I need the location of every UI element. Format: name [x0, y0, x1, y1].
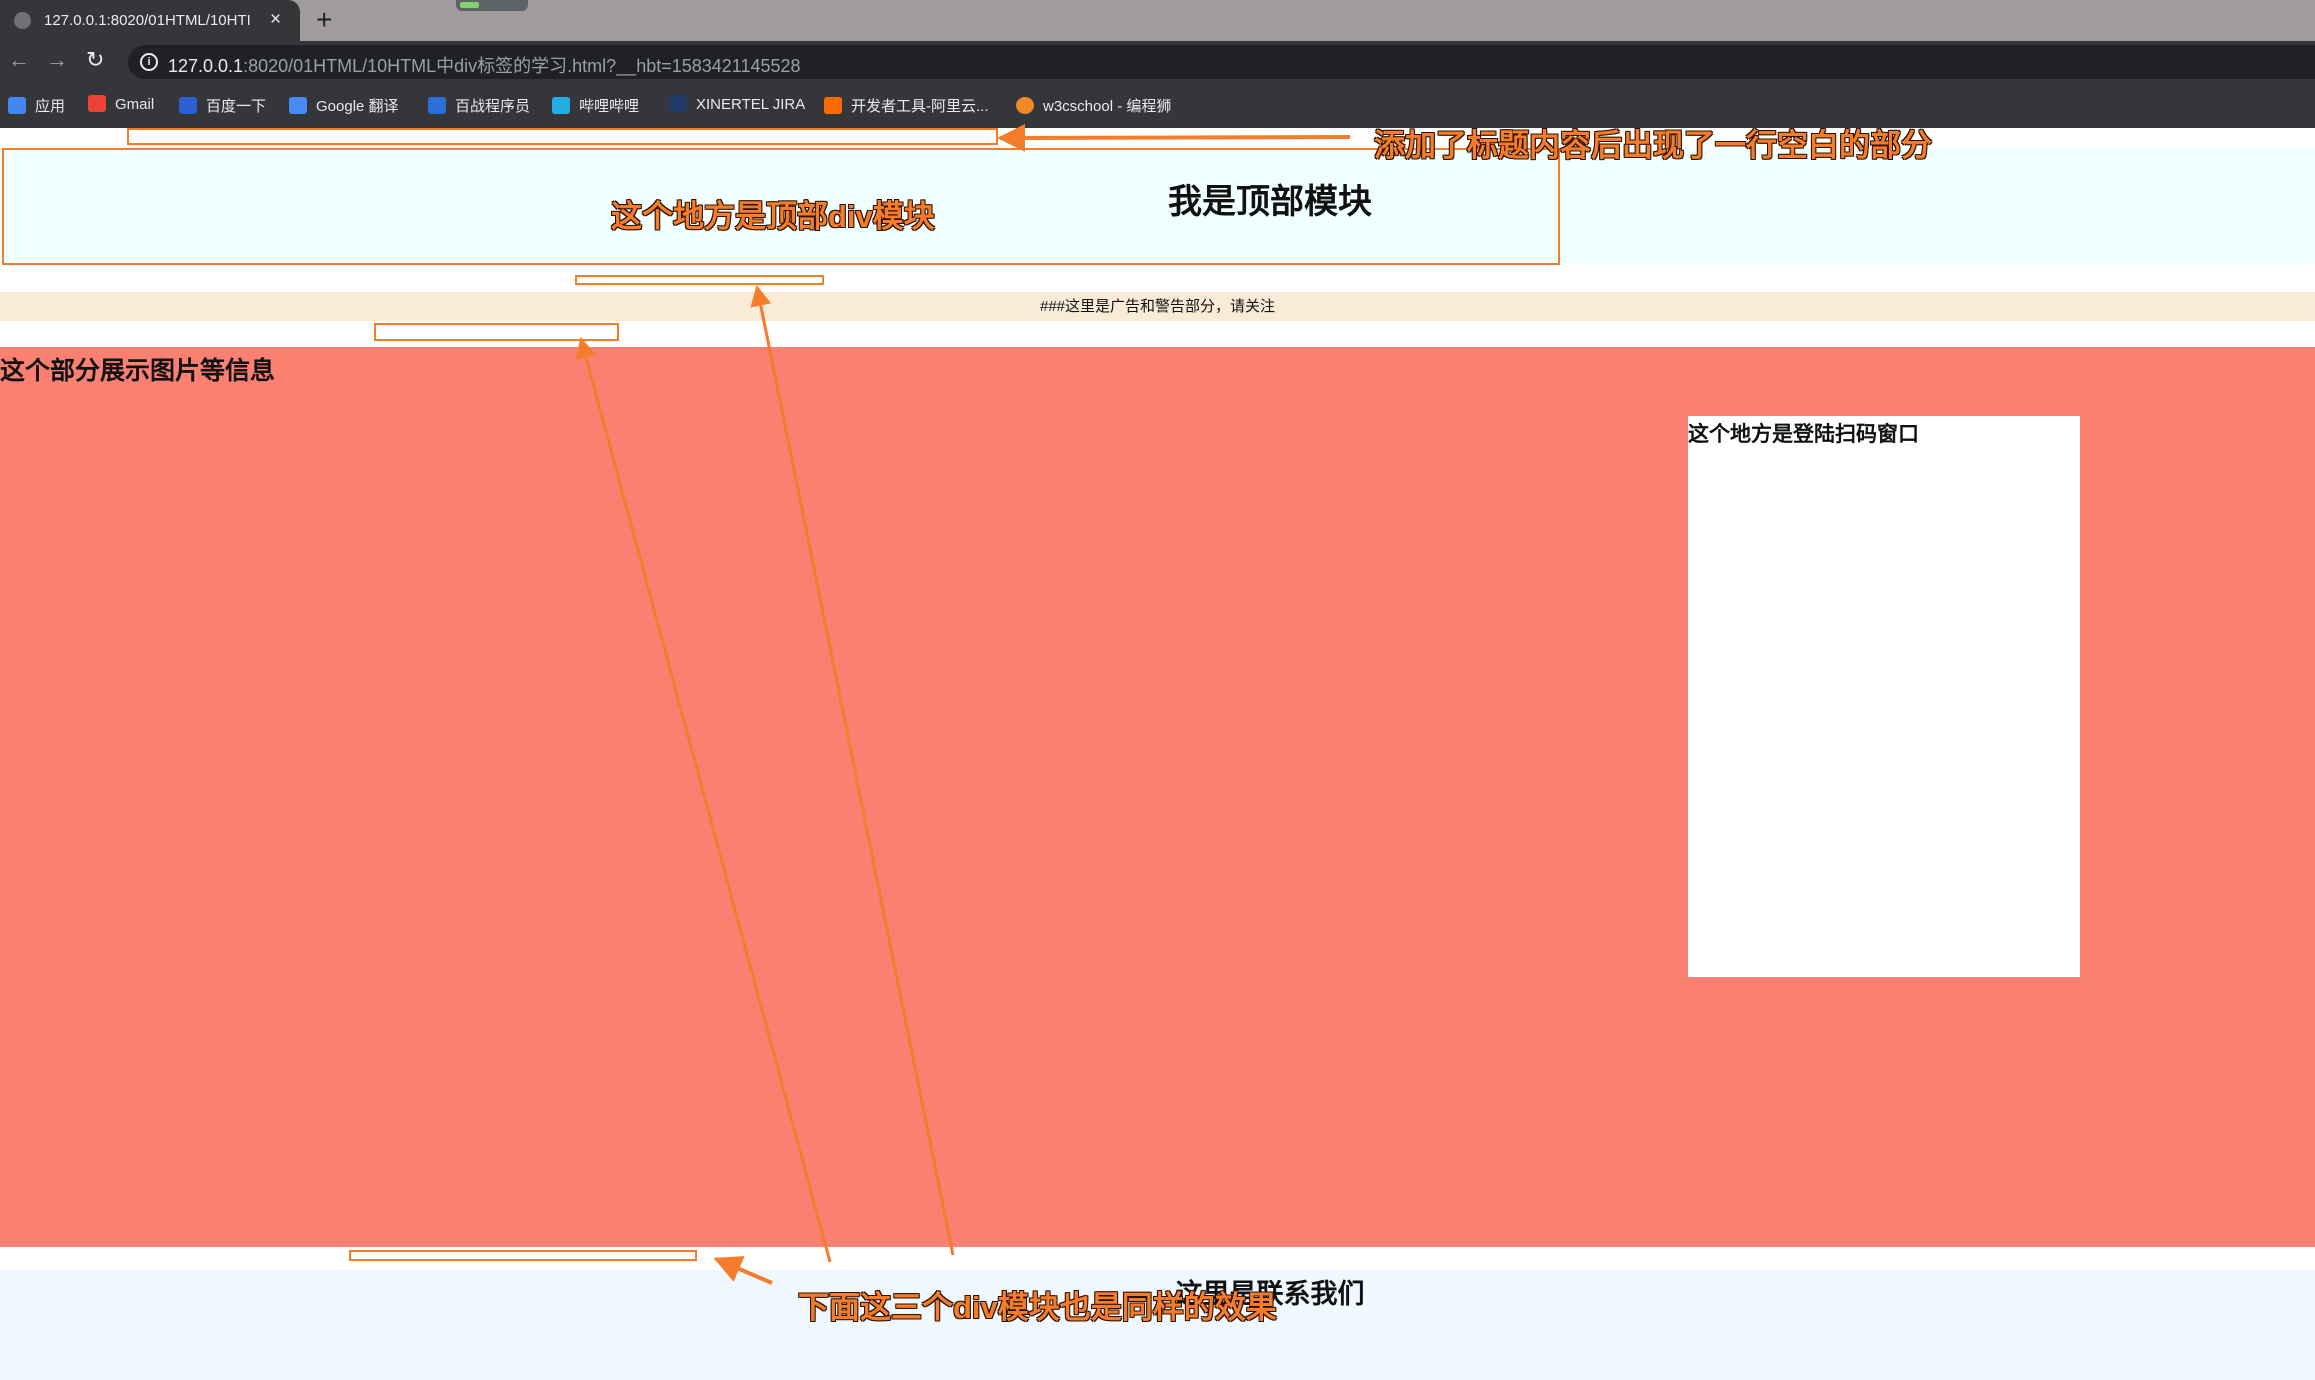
gap-highlight-box-3 [349, 1250, 697, 1261]
bookmark-label: Gmail [115, 96, 155, 113]
close-tab-icon[interactable]: × [270, 9, 281, 31]
bookmark-label: w3cschool - 编程狮 [1043, 98, 1172, 115]
bookmarks-bar: 应用 Gmail 百度一下 Google 翻译 百战程序员 哔哩哔哩 XINER… [0, 82, 2315, 128]
w3cschool-icon [1016, 97, 1034, 114]
url-path: :8020/01HTML/10HTML中div标签的学习.html?__hbt=… [243, 56, 801, 76]
url-text[interactable]: 127.0.0.1:8020/01HTML/10HTML中div标签的学习.ht… [168, 52, 801, 78]
google-translate-icon [289, 97, 307, 114]
bookmark-w3cschool[interactable]: w3cschool - 编程狮 [1016, 95, 1171, 116]
apps-icon [8, 97, 26, 114]
new-tab-button[interactable]: + [316, 4, 332, 36]
gap-highlight-box-1 [575, 275, 824, 285]
bookmark-label: 百度一下 [206, 98, 267, 115]
bookmark-apps[interactable]: 应用 [8, 95, 65, 116]
gap-highlight-box-2 [374, 323, 619, 341]
aliyun-icon [824, 97, 842, 114]
baidu-icon [179, 97, 197, 114]
blank-line-note: 添加了标题内容后出现了一行空白的部分 [1374, 128, 1932, 163]
browser-tab[interactable]: 127.0.0.1:8020/01HTML/10HTI × [0, 0, 300, 41]
bookmark-label: XINERTEL JIRA [696, 96, 806, 113]
progress-fill [460, 2, 479, 8]
bz-icon [428, 97, 446, 114]
gmail-icon [88, 95, 106, 112]
bookmark-jira[interactable]: XINERTEL JIRA [669, 95, 805, 113]
forward-arrow-icon[interactable]: → [46, 47, 68, 73]
bookmark-label: 开发者工具-阿里云... [851, 98, 989, 115]
bookmark-bilibili[interactable]: 哔哩哔哩 [552, 95, 639, 116]
three-divs-note: 下面这三个div模块也是同样的效果 [798, 1290, 1277, 1325]
browser-toolbar: ← → ↻ i 127.0.0.1:8020/01HTML/10HTML中div… [0, 41, 2315, 82]
jira-icon [669, 95, 687, 112]
bookmark-baidu[interactable]: 百度一下 [179, 95, 266, 116]
ad-warning-band: ###这里是广告和警告部分，请关注 [0, 292, 2315, 321]
url-host: 127.0.0.1 [168, 56, 244, 76]
blank-line-highlight-box [127, 128, 998, 145]
bookmark-google-translate[interactable]: Google 翻译 [289, 95, 399, 116]
tab-strip: 127.0.0.1:8020/01HTML/10HTI × + [0, 0, 2315, 41]
bookmark-aliyun[interactable]: 开发者工具-阿里云... [824, 95, 989, 116]
main-image-area: 这个部分展示图片等信息 这个地方是登陆扫码窗口 [0, 347, 2315, 1247]
main-heading: 这个部分展示图片等信息 [0, 357, 276, 385]
page-content: 我是顶部模块 ###这里是广告和警告部分，请关注 这个部分展示图片等信息 这个地… [0, 128, 2315, 1380]
bookmark-bz[interactable]: 百战程序员 [428, 95, 530, 116]
top-div-note: 这个地方是顶部div模块 [611, 199, 935, 234]
bookmark-label: 应用 [35, 98, 66, 115]
bookmark-label: Google 翻译 [316, 98, 399, 115]
bilibili-icon [552, 97, 570, 114]
tab-title: 127.0.0.1:8020/01HTML/10HTI [44, 12, 251, 29]
login-heading: 这个地方是登陆扫码窗口 [1688, 423, 1919, 446]
bookmark-label: 哔哩哔哩 [579, 98, 640, 115]
download-progress [456, 0, 528, 11]
reload-icon[interactable]: ↻ [86, 47, 104, 73]
address-bar[interactable]: i 127.0.0.1:8020/01HTML/10HTML中div标签的学习.… [128, 45, 2315, 79]
bookmark-label: 百战程序员 [455, 98, 531, 115]
info-icon[interactable]: i [140, 53, 158, 71]
login-qr-window: 这个地方是登陆扫码窗口 [1688, 416, 2080, 977]
back-arrow-icon[interactable]: ← [8, 47, 30, 73]
globe-icon [14, 12, 31, 29]
bookmark-gmail[interactable]: Gmail [88, 95, 154, 113]
